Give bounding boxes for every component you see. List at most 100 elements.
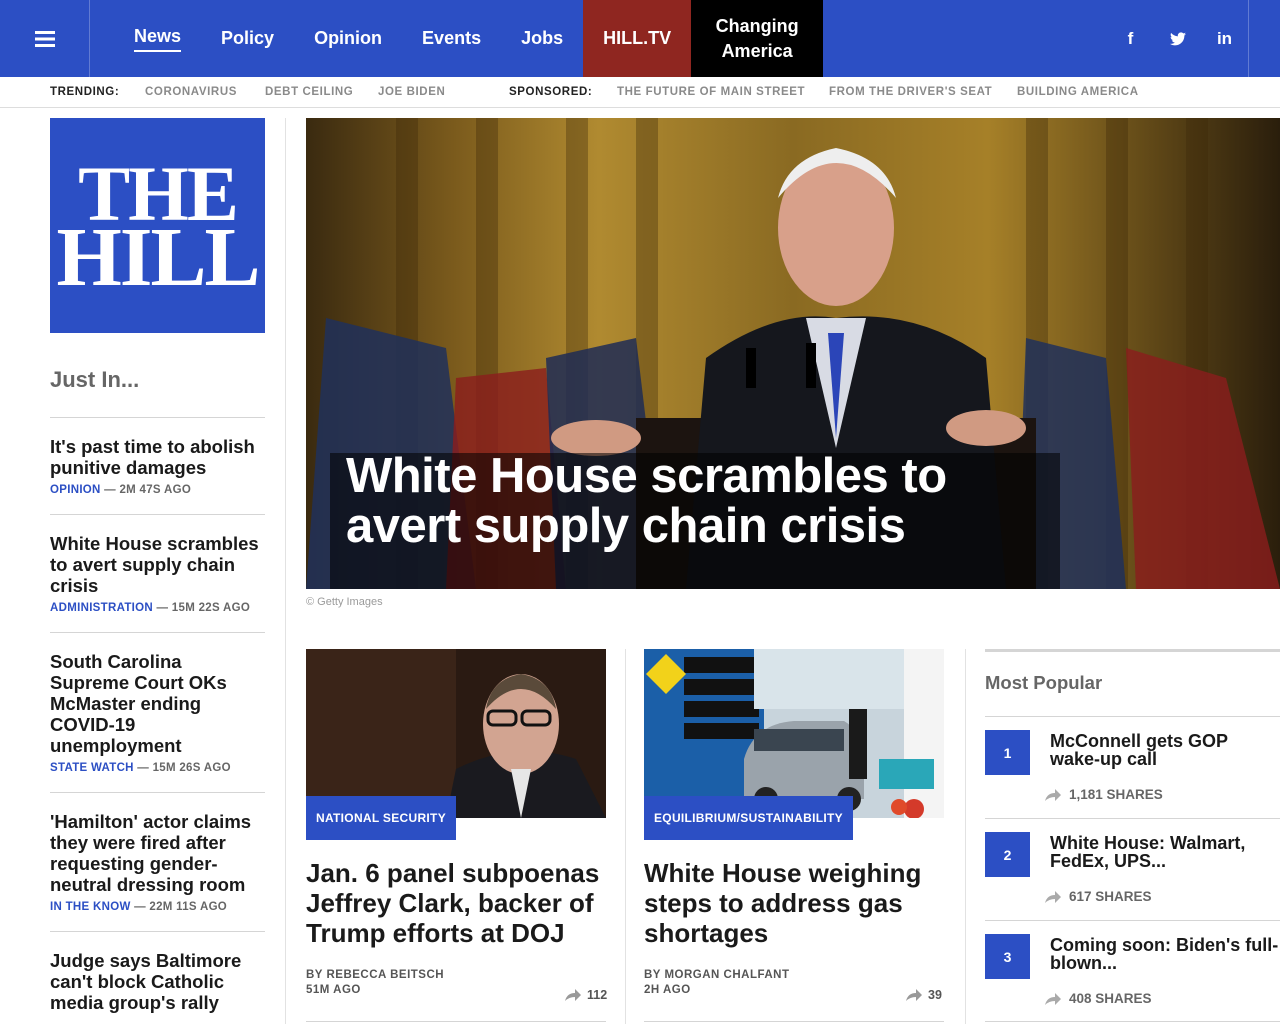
story-author[interactable]: BY MORGAN CHALFANT [644,968,790,983]
sponsored-link-drivers-seat[interactable]: FROM THE DRIVER'S SEAT [829,86,992,98]
just-in-heading: Just In... [50,367,140,392]
sponsored-label: SPONSORED: [509,86,593,98]
photo-credit: © Getty Images [306,596,383,608]
sponsored-link-building-america[interactable]: BUILDING AMERICA [1017,86,1139,98]
nav-hilltv[interactable]: HILL.TV [583,0,692,77]
just-in-item-time: — 15M 22S AGO [153,602,251,614]
story-shares: 112 [565,988,607,1002]
social-links: f in [1107,0,1249,77]
most-popular-headline[interactable]: McConnell gets GOP wake-up call [1050,732,1228,768]
story-image[interactable] [306,649,606,818]
story-share-count: 112 [587,988,608,1002]
just-in-item-category[interactable]: IN THE KNOW [50,901,131,913]
story-card [644,649,944,818]
most-popular-shares: 617 SHARES [1045,889,1152,904]
story-category-badge[interactable]: NATIONAL SECURITY [306,796,456,840]
most-popular-headline[interactable]: Coming soon: Biden's full- blown... [1050,936,1278,972]
nav-policy-label: Policy [221,28,275,48]
nav-events-label: Events [422,28,482,48]
just-in-item-title[interactable]: White House scrambles to avert supply ch… [50,533,265,596]
share-count: 1,181 SHARES [1069,787,1163,802]
changing-america-line2: America [721,40,793,61]
card-divider [644,1021,944,1022]
just-in-item-category[interactable]: STATE WATCH [50,762,134,774]
story-byline: BY MORGAN CHALFANT 2H AGO [644,968,790,998]
main-nav: News Policy Opinion Events Jobs HILL.TV … [90,0,824,77]
nav-jobs[interactable]: Jobs [501,0,583,77]
headline-line1: Coming soon: Biden's full- [1050,935,1279,955]
just-in-item: South Carolina Supreme Court OKs McMaste… [50,632,265,792]
just-in-item-meta: ADMINISTRATION — 15M 22S AGO [50,602,265,614]
headline-line2: blown... [1050,953,1117,973]
story-image[interactable] [644,649,944,818]
story-category-badge[interactable]: EQUILIBRIUM/SUSTAINABILITY [644,796,853,840]
trending-link-coronavirus[interactable]: CORONAVIRUS [145,86,237,98]
nav-opinion[interactable]: Opinion [294,0,402,77]
share-arrow-icon [1045,788,1061,801]
logo-line2: HILL [56,210,260,304]
just-in-item-title[interactable]: South Carolina Supreme Court OKs McMaste… [50,651,265,756]
nav-events[interactable]: Events [402,0,501,77]
nav-opinion-label: Opinion [314,28,383,48]
most-popular-shares: 1,181 SHARES [1045,787,1163,802]
rank-badge: 3 [985,934,1030,979]
facebook-icon[interactable]: f [1107,0,1154,77]
just-in-item: It's past time to abolish punitive damag… [50,417,265,514]
just-in-list: It's past time to abolish punitive damag… [50,417,265,1031]
nav-hilltv-label: HILL.TV [603,28,672,48]
nav-jobs-label: Jobs [521,28,564,48]
most-popular-headline[interactable]: White House: Walmart, FedEx, UPS... [1050,834,1245,870]
just-in-item-title[interactable]: Judge says Baltimore can't block Catholi… [50,950,265,1013]
column-divider [285,118,286,1024]
hero-headline[interactable]: White House scrambles to avert supply ch… [346,451,1006,551]
nav-changing-america[interactable]: Changing America [691,0,824,77]
just-in-item: 'Hamilton' actor claims they were fired … [50,792,265,931]
share-arrow-icon [906,989,922,1001]
story-time: 2H AGO [644,984,691,996]
just-in-item-category[interactable]: ADMINISTRATION [50,602,153,614]
nav-news[interactable]: News [114,0,201,77]
just-in-item-title[interactable]: 'Hamilton' actor claims they were fired … [50,811,265,895]
story-time: 51M AGO [306,984,361,996]
share-arrow-icon [565,989,581,1001]
rank-badge: 2 [985,832,1030,877]
story-headline[interactable]: White House weighing steps to address ga… [644,858,944,948]
trending-label: TRENDING: [50,86,120,98]
headline-line1: McConnell gets GOP [1050,731,1229,751]
most-popular-item: 1 McConnell gets GOP wake-up call 1,181 … [985,716,1280,818]
headline-line2: FedEx, UPS... [1050,851,1167,871]
headline-line1: White House: Walmart, [1050,833,1246,853]
nav-policy[interactable]: Policy [201,0,294,77]
trending-bar: TRENDING: CORONAVIRUS DEBT CEILING JOE B… [0,77,1280,108]
linkedin-icon[interactable]: in [1201,0,1248,77]
sponsored-link-main-street[interactable]: THE FUTURE OF MAIN STREET [617,86,805,98]
column-divider [625,649,626,1024]
story-byline: BY REBECCA BEITSCH 51M AGO [306,968,444,998]
just-in-item-time: — 22M 11S AGO [130,901,228,913]
story-author[interactable]: BY REBECCA BEITSCH [306,968,444,983]
share-arrow-icon [1045,890,1061,903]
share-arrow-icon [1045,992,1061,1005]
just-in-item-meta: OPINION — 2M 47S AGO [50,484,265,496]
share-count: 408 SHARES [1069,991,1152,1006]
just-in-item-category[interactable]: OPINION [50,484,101,496]
twitter-icon[interactable] [1154,0,1201,77]
most-popular-top-rule [985,649,1280,652]
share-count: 617 SHARES [1069,889,1152,904]
just-in-item-time: — 2M 47S AGO [100,484,192,496]
trending-link-debt-ceiling[interactable]: DEBT CEILING [265,86,353,98]
story-headline[interactable]: Jan. 6 panel subpoenas Jeffrey Clark, ba… [306,858,606,948]
column-divider [965,649,966,1024]
menu-button[interactable] [0,0,90,77]
just-in-item-title[interactable]: It's past time to abolish punitive damag… [50,436,265,478]
rank-badge: 1 [985,730,1030,775]
nav-news-label: News [134,26,182,52]
just-in-item: White House scrambles to avert supply ch… [50,514,265,632]
just-in-item: Judge says Baltimore can't block Catholi… [50,931,265,1031]
card-divider [306,1021,606,1022]
just-in-item-meta: STATE WATCH — 15M 26S AGO [50,762,265,774]
trending-link-joe-biden[interactable]: JOE BIDEN [378,86,445,98]
most-popular-item: 2 White House: Walmart, FedEx, UPS... 61… [985,818,1280,920]
story-shares: 39 [906,988,942,1002]
the-hill-logo[interactable]: THE HILL [50,118,265,333]
